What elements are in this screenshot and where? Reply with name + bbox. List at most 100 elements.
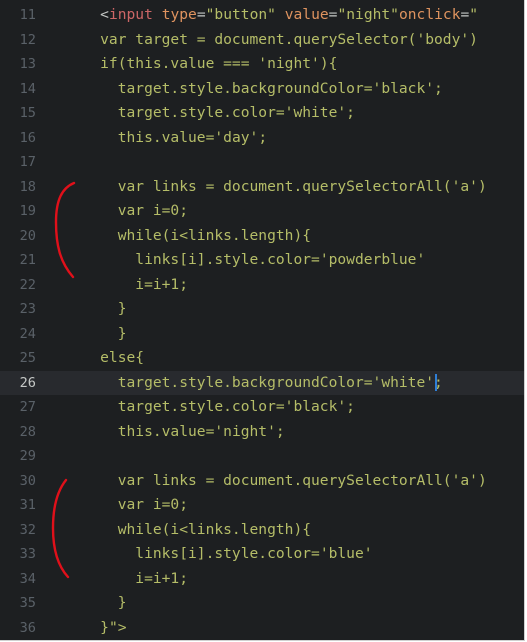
code-token: ; xyxy=(258,128,268,146)
code-token: "night" xyxy=(337,6,399,23)
code-text[interactable]: target.style.backgroundColor='white'; xyxy=(65,371,443,396)
code-line[interactable]: 28 this.value='night'; xyxy=(0,420,524,445)
code-text[interactable]: }"> xyxy=(65,616,126,641)
code-lines[interactable]: 11 <input type="button" value="night"onc… xyxy=(0,3,524,640)
code-text[interactable]: var links = document.querySelectorAll('a… xyxy=(65,175,487,200)
line-number: 27 xyxy=(19,399,36,415)
code-line[interactable]: 34 i=i+1; xyxy=(0,567,524,592)
line-number: 18 xyxy=(19,178,36,195)
code-token: target.style.color= xyxy=(65,104,285,121)
code-token: 'night' xyxy=(214,422,276,440)
code-token: ) xyxy=(469,30,478,48)
code-token: onclick xyxy=(398,6,461,23)
code-token: = xyxy=(196,6,206,23)
line-number: 13 xyxy=(19,56,36,72)
code-token: var links = document.querySelectorAll( xyxy=(65,471,452,489)
line-number: 31 xyxy=(19,497,36,513)
line-number: 34 xyxy=(19,570,36,587)
code-line[interactable]: 21 links[i].style.color='powderblue' xyxy=(0,248,524,273)
code-line[interactable]: 18 var links = document.querySelectorAll… xyxy=(0,175,524,200)
code-line[interactable]: 16 this.value='day'; xyxy=(0,126,524,151)
code-text[interactable]: var target = document.querySelector('bod… xyxy=(65,28,478,53)
code-token: 'blue' xyxy=(319,545,373,562)
code-text[interactable]: } xyxy=(65,591,127,616)
code-token: var links = document.querySelectorAll( xyxy=(65,177,452,195)
line-number: 35 xyxy=(19,595,36,611)
line-number: 21 xyxy=(19,252,36,268)
code-token: input xyxy=(108,6,153,23)
code-text[interactable]: if(this.value === 'night'){ xyxy=(65,52,337,77)
code-line[interactable]: 13 if(this.value === 'night'){ xyxy=(0,52,524,77)
code-token: var target = document.querySelector( xyxy=(65,30,417,48)
code-text[interactable]: target.style.color='black'; xyxy=(65,395,355,420)
code-text[interactable]: var i=0; xyxy=(65,493,188,518)
line-number: 29 xyxy=(19,448,36,464)
code-text[interactable]: <input type="button" value="night"onclic… xyxy=(65,3,478,28)
code-token: target.style.color= xyxy=(65,398,285,415)
code-token: 'body' xyxy=(416,30,470,48)
code-text[interactable]: links[i].style.color='powderblue' xyxy=(65,248,425,273)
code-text[interactable]: while(i<links.length){ xyxy=(65,224,311,249)
code-token: = xyxy=(460,6,470,23)
code-text[interactable]: var links = document.querySelectorAll('a… xyxy=(65,469,487,494)
code-line[interactable]: 30 var links = document.querySelectorAll… xyxy=(0,469,524,494)
code-line[interactable]: 26 target.style.backgroundColor='white'; xyxy=(0,370,524,396)
code-token: 'white' xyxy=(284,104,347,121)
line-number: 23 xyxy=(19,301,36,317)
code-token: links[i].style.color= xyxy=(65,545,320,562)
code-line[interactable]: 29 xyxy=(0,444,524,469)
code-line[interactable]: 15 target.style.color='white'; xyxy=(0,101,524,126)
code-token: ; xyxy=(346,104,355,121)
code-token: "button" xyxy=(205,6,276,23)
code-line[interactable]: 36 }"> xyxy=(0,616,524,641)
line-number: 33 xyxy=(19,546,36,562)
code-editor[interactable]: 11 <input type="button" value="night"onc… xyxy=(0,0,525,641)
code-line[interactable]: 35 } xyxy=(0,591,524,616)
code-token: 'night' xyxy=(258,55,320,72)
code-line[interactable]: 22 i=i+1; xyxy=(0,273,524,298)
code-line[interactable]: 32 while(i<links.length){ xyxy=(0,518,524,543)
code-text[interactable]: this.value='day'; xyxy=(65,126,267,151)
code-line[interactable]: 12 var target = document.querySelector('… xyxy=(0,28,524,53)
code-line[interactable]: 20 while(i<links.length){ xyxy=(0,224,524,249)
code-text[interactable]: i=i+1; xyxy=(65,567,188,592)
code-token: } xyxy=(65,300,127,317)
line-number: 25 xyxy=(19,350,36,366)
code-line[interactable]: 17 xyxy=(0,150,524,175)
code-text[interactable]: i=i+1; xyxy=(65,273,188,298)
code-line[interactable]: 25 else{ xyxy=(0,346,524,371)
code-text[interactable]: var i=0; xyxy=(65,199,188,224)
code-text[interactable]: while(i<links.length){ xyxy=(65,518,311,543)
code-token: ) xyxy=(477,471,487,489)
code-line[interactable]: 11 <input type="button" value="night"onc… xyxy=(0,3,524,28)
code-line[interactable]: 24 } xyxy=(0,322,524,347)
code-text[interactable]: links[i].style.color='blue' xyxy=(65,542,373,567)
code-line[interactable]: 33 links[i].style.color='blue' xyxy=(0,542,524,567)
code-line[interactable]: 27 target.style.color='black'; xyxy=(0,395,524,420)
code-token: links[i].style.color= xyxy=(65,251,320,268)
code-line[interactable]: 14 target.style.backgroundColor='black'; xyxy=(0,77,524,102)
code-token: 'day' xyxy=(214,128,259,146)
code-text[interactable]: target.style.color='white'; xyxy=(65,101,355,126)
code-line[interactable]: 31 var i=0; xyxy=(0,493,524,518)
code-line[interactable]: 19 var i=0; xyxy=(0,199,524,224)
code-token: " xyxy=(469,6,479,23)
line-number: 28 xyxy=(19,423,36,440)
code-token: ; xyxy=(346,398,355,415)
code-token: ){ xyxy=(319,55,338,72)
code-text[interactable]: this.value='night'; xyxy=(65,420,285,445)
code-token: } xyxy=(65,618,109,636)
code-text[interactable]: } xyxy=(65,297,127,322)
code-token: 'powderblue' xyxy=(319,251,426,268)
code-token: type xyxy=(161,6,197,23)
code-text[interactable]: target.style.backgroundColor='black'; xyxy=(65,77,443,102)
code-line[interactable]: 23 } xyxy=(0,297,524,322)
code-text[interactable]: else{ xyxy=(65,346,144,371)
line-number: 24 xyxy=(19,325,36,342)
code-token: 'black' xyxy=(372,79,435,97)
code-text[interactable]: } xyxy=(65,322,127,347)
line-number: 17 xyxy=(19,154,36,170)
